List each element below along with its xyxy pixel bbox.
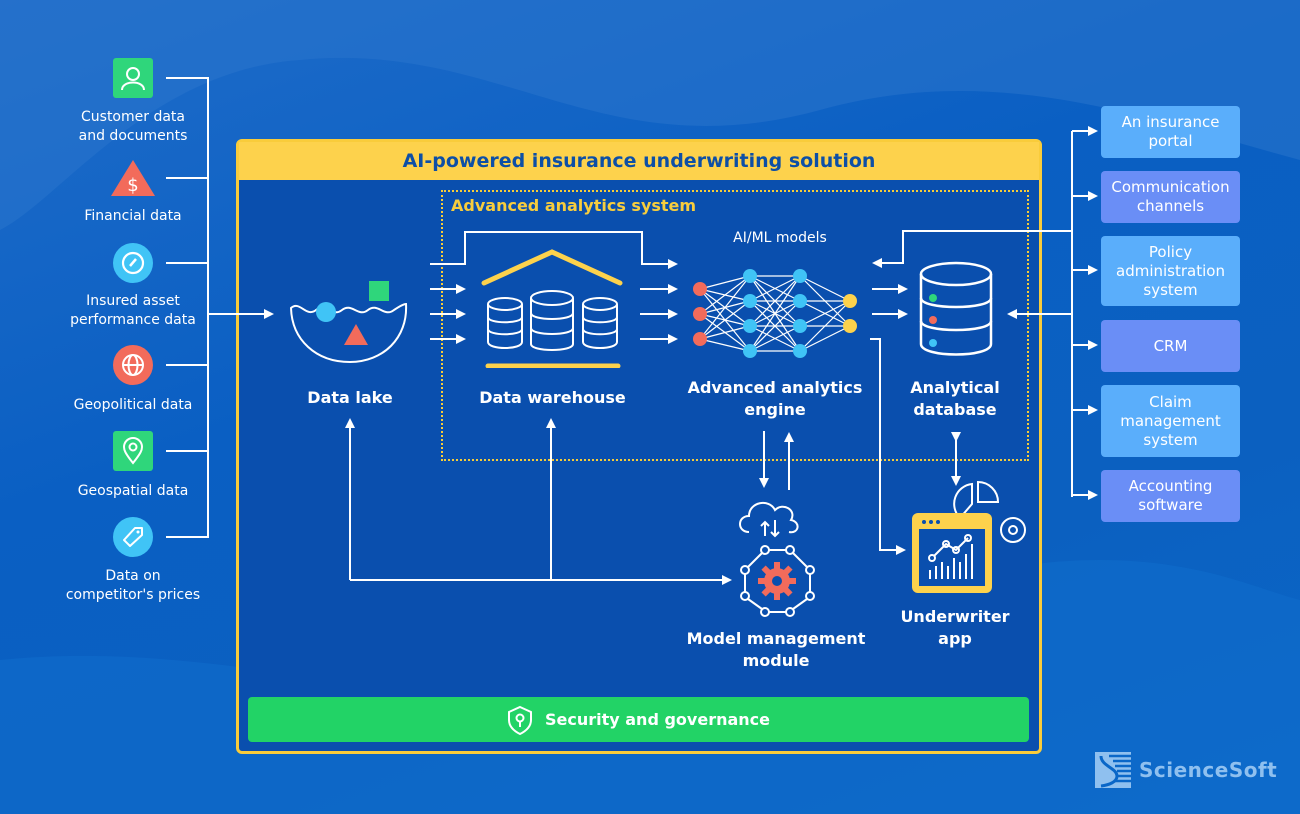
source-label-line: Geospatial data [77, 483, 189, 499]
data-lake-icon [289, 281, 408, 364]
nn-node [693, 332, 707, 346]
source-label-line: Geopolitical data [73, 397, 193, 413]
source-label: Geospatial data [33, 482, 233, 501]
source-label-line: Insured asset [86, 293, 180, 309]
model-management-label: Model management module [686, 629, 866, 670]
underwriter-app-label: Underwriter app [900, 607, 1010, 648]
brand-name: ScienceSoft [1139, 758, 1278, 782]
nn-edge [699, 325, 751, 340]
target-label-line: software [1138, 496, 1203, 514]
security-governance-label: Security and governance [544, 710, 770, 729]
source-label-line: Data on [105, 568, 161, 584]
target-system: An insurance portal [1101, 106, 1240, 158]
nn-node [693, 282, 707, 296]
nn-node [793, 269, 807, 283]
nn-edge [799, 325, 851, 352]
source-label-line: Customer data [81, 109, 185, 125]
sciencesoft-logo: ScienceSoft [1095, 752, 1277, 788]
nn-node [693, 307, 707, 321]
data-lake-label: Data lake [307, 388, 393, 407]
ai-ml-models-label: AI/ML models [733, 230, 827, 246]
source-label: Customer data and documents [33, 108, 233, 146]
target-label-line: CRM [1153, 336, 1188, 355]
nn-edge [699, 275, 751, 290]
target-system: Claim management system [1101, 385, 1240, 457]
target-label-line: management [1120, 411, 1221, 430]
source-label-line: and documents [78, 128, 188, 144]
source-label: Insured asset performance data [33, 292, 233, 330]
target-system: CRM [1101, 320, 1240, 372]
neural-network-icon [693, 269, 857, 358]
svg-text:$: $ [127, 175, 138, 196]
data-warehouse-label: Data warehouse [479, 388, 626, 407]
nn-node [743, 294, 757, 308]
target-label-line: administration [1116, 261, 1225, 280]
nn-node [843, 319, 857, 333]
analytical-database-label: Analytical database [910, 378, 1000, 419]
target-system: Policy administration system [1101, 236, 1240, 306]
nn-node [843, 294, 857, 308]
globe-icon [113, 345, 153, 385]
source-label: Financial data [33, 207, 233, 226]
source-label: Data on competitor's prices [33, 567, 233, 605]
target-system: Accounting software [1101, 470, 1240, 522]
sciencesoft-logo-icon [1095, 752, 1131, 788]
map-pin-icon [113, 431, 153, 471]
gauge-icon [113, 243, 153, 283]
shield-icon [507, 705, 532, 735]
underwriter-app-icon [912, 480, 1026, 593]
user-icon [113, 58, 153, 98]
source-label-line: competitor's prices [65, 587, 201, 603]
nn-node [743, 344, 757, 358]
target-system: Communication channels [1101, 171, 1240, 223]
target-label-line: system [1143, 430, 1198, 449]
target-label-line: system [1143, 280, 1198, 299]
data-warehouse-icon [481, 249, 623, 368]
target-label-line: channels [1136, 197, 1205, 215]
diagram-canvas: AI-powered insurance underwriting soluti… [0, 0, 1300, 814]
nn-node [743, 319, 757, 333]
dollar-warning-icon: $ [110, 158, 156, 198]
nn-node [743, 269, 757, 283]
nn-edge [799, 275, 851, 302]
target-label-line: Accounting [1128, 477, 1213, 495]
nn-node [793, 294, 807, 308]
target-label-line: Communication [1111, 178, 1230, 196]
target-label-line: portal [1148, 132, 1193, 150]
gear-icon [758, 562, 796, 600]
nn-edge [699, 275, 751, 340]
target-label-line: An insurance [1121, 113, 1220, 131]
nn-node [793, 319, 807, 333]
source-label: Geopolitical data [33, 396, 233, 415]
source-label-line: performance data [70, 312, 196, 328]
source-label-line: Financial data [84, 208, 182, 224]
target-label-line: Policy [1148, 242, 1193, 261]
model-management-icon [739, 501, 815, 617]
analytics-engine-label: Advanced analytics engine [687, 378, 863, 419]
security-governance-bar: Security and governance [248, 697, 1029, 742]
analytical-database-icon [919, 261, 993, 356]
price-tag-icon [113, 517, 153, 557]
target-label-line: Claim [1149, 392, 1192, 411]
nn-node [793, 344, 807, 358]
